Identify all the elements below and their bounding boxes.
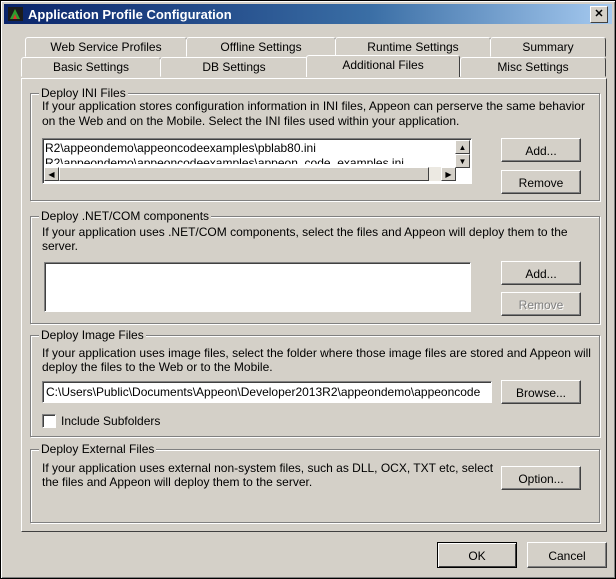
button-label: Cancel (548, 549, 586, 563)
image-description-line1: If your application uses image files, se… (42, 346, 591, 360)
tab-label: Additional Files (342, 58, 424, 72)
net-description-line1: If your application uses .NET/COM compon… (42, 225, 568, 239)
scroll-left-icon[interactable]: ◀ (44, 167, 59, 181)
image-folder-path: C:\Users\Public\Documents\Appeon\Develop… (46, 385, 481, 399)
tab-db-settings[interactable]: DB Settings (160, 57, 308, 77)
ok-button[interactable]: OK (437, 542, 517, 568)
image-description-line2: deploy the files to the Web or to the Mo… (42, 360, 273, 374)
button-label: Browse... (515, 386, 566, 400)
tab-label: Misc Settings (497, 60, 569, 74)
cancel-button[interactable]: Cancel (527, 542, 607, 568)
group-title: Deploy Image Files (39, 328, 146, 342)
browse-button[interactable]: Browse... (501, 380, 581, 404)
button-label: OK (468, 549, 486, 563)
list-item[interactable]: R2\appeondemo\appeoncodeexamples\appeon_… (45, 156, 404, 164)
include-subfolders-label[interactable]: Include Subfolders (61, 414, 160, 428)
close-icon: ✕ (594, 8, 604, 20)
button-label: Remove (518, 298, 564, 312)
tab-additional-files[interactable]: Additional Files (306, 55, 460, 77)
tab-basic-settings[interactable]: Basic Settings (21, 57, 161, 77)
close-button[interactable]: ✕ (590, 6, 608, 23)
scroll-up-icon[interactable]: ▲ (455, 140, 470, 154)
net-com-group: Deploy .NET/COM components If your appli… (30, 209, 600, 324)
include-subfolders-checkbox[interactable] (42, 414, 56, 428)
group-title: Deploy INI Files (39, 86, 128, 100)
external-description-line2: the files and Appeon will deploy them to… (42, 475, 313, 489)
net-remove-button[interactable]: Remove (501, 292, 581, 316)
ini-files-list[interactable]: R2\appeondemo\appeoncodeexamples\pblab80… (42, 138, 472, 184)
group-title: Deploy .NET/COM components (39, 209, 212, 223)
horizontal-scroll-thumb[interactable] (59, 167, 429, 181)
tab-offline-settings[interactable]: Offline Settings (186, 37, 336, 57)
window-title: Application Profile Configuration (28, 7, 232, 22)
button-label: Option... (518, 472, 564, 486)
button-label: Remove (518, 176, 564, 190)
tab-label: Summary (522, 40, 574, 54)
ini-description-line2: on the Web and on the Mobile. Select the… (42, 114, 460, 128)
tab-misc-settings[interactable]: Misc Settings (460, 57, 606, 77)
net-description-line2: server. (42, 239, 79, 253)
image-files-group: Deploy Image Files If your application u… (30, 328, 600, 437)
tab-label: Runtime Settings (367, 40, 459, 54)
tab-label: Web Service Profiles (50, 40, 162, 54)
tab-panel-additional-files: Deploy INI Files If your application sto… (21, 78, 607, 532)
option-button[interactable]: Option... (501, 466, 581, 490)
tab-web-service-profiles[interactable]: Web Service Profiles (25, 37, 187, 57)
button-label: Add... (525, 144, 557, 158)
net-com-list[interactable] (44, 262, 471, 312)
dialog-window: Application Profile Configuration ✕ Web … (0, 0, 616, 579)
list-item[interactable]: R2\appeondemo\appeoncodeexamples\pblab80… (45, 141, 316, 155)
net-add-button[interactable]: Add... (501, 261, 581, 285)
tab-label: DB Settings (202, 60, 266, 74)
ini-files-group: Deploy INI Files If your application sto… (30, 86, 600, 201)
tab-label: Offline Settings (220, 40, 302, 54)
ini-add-button[interactable]: Add... (501, 138, 581, 162)
tab-summary[interactable]: Summary (490, 37, 606, 57)
external-files-group: Deploy External Files If your applicatio… (30, 442, 600, 523)
title-bar[interactable]: Application Profile Configuration ✕ (4, 4, 612, 24)
app-icon (8, 7, 23, 21)
scroll-right-icon[interactable]: ▶ (441, 167, 456, 181)
scroll-down-icon[interactable]: ▼ (455, 154, 470, 168)
button-label: Add... (525, 267, 557, 281)
external-description-line1: If your application uses external non-sy… (42, 461, 494, 475)
ini-description-line1: If your application stores configuration… (42, 99, 585, 113)
tab-label: Basic Settings (52, 60, 130, 74)
group-title: Deploy External Files (39, 442, 157, 456)
image-folder-input[interactable]: C:\Users\Public\Documents\Appeon\Develop… (42, 381, 492, 403)
ini-remove-button[interactable]: Remove (501, 170, 581, 194)
tab-runtime-settings[interactable]: Runtime Settings (335, 37, 491, 57)
